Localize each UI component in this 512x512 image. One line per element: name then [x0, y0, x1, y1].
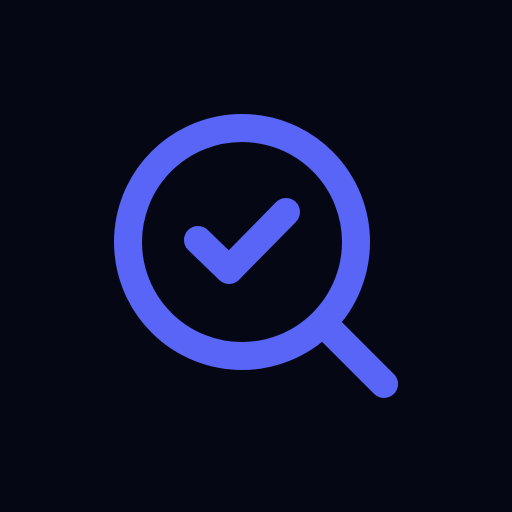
check-mark-icon: [184, 198, 300, 284]
icon-canvas: [0, 0, 512, 512]
magnifier-handle: [312, 312, 398, 398]
search-check-icon: [114, 114, 398, 398]
